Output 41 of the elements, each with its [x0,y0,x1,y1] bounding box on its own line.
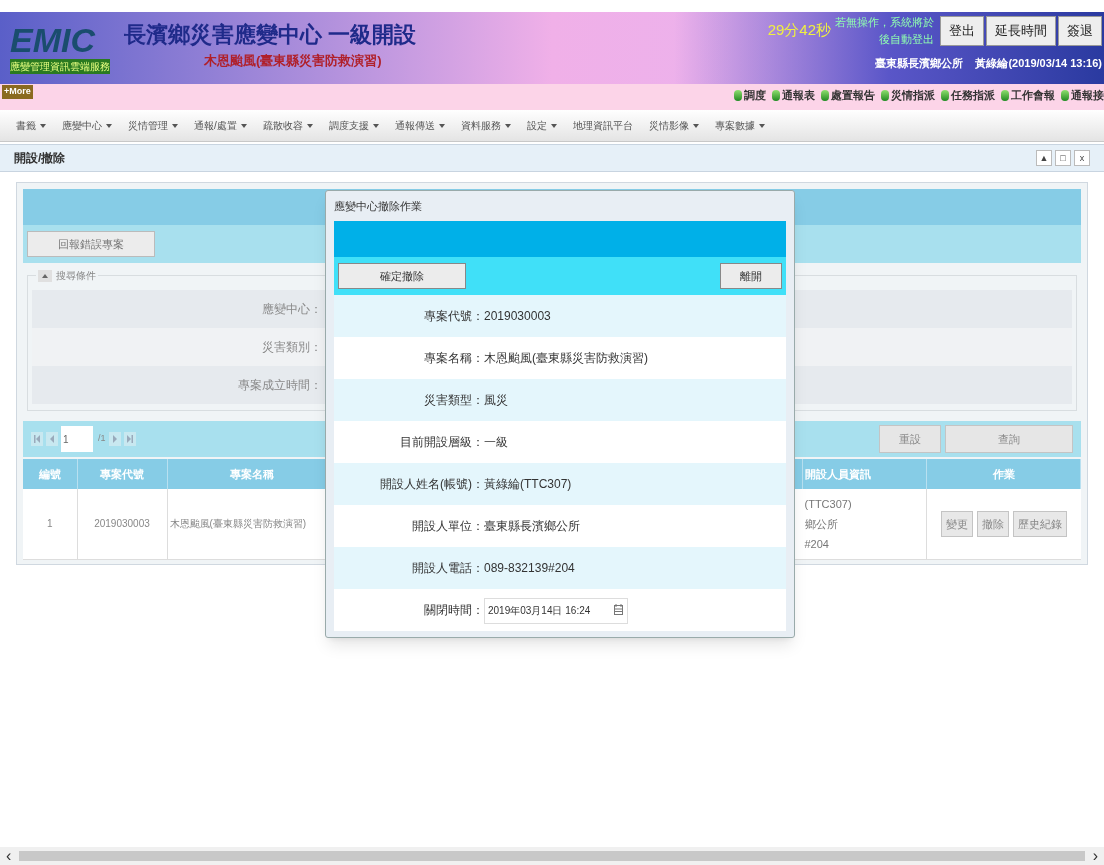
field-value: 黃綠綸(TTC307) [484,476,572,493]
column-header: 開設人員資訊 [802,459,927,489]
table-cell: 木恩颱風(臺東縣災害防救演習) [167,489,337,559]
field-label: 災害類型： [423,392,484,409]
field-value: 一級 [484,434,508,451]
field-label: 應變中心： [261,301,322,318]
organization-text: 臺東縣長濱鄉公所 [875,56,964,71]
field-value: 木恩颱風(臺東縣災害防救演習) [484,350,648,367]
field-label: 專案成立時間： [237,377,322,394]
table-cell: 2019030003 [77,489,167,559]
user-text: 黃綠綸(2019/03/14 13:16) [975,56,1102,71]
field-label: 災害類別： [261,339,322,356]
field-label: 開設人單位： [411,518,484,535]
column-header: 作業 [926,459,1081,489]
column-header: 專案代號 [77,459,167,489]
info-line: (TTC307) [803,496,853,512]
page-total: /1 [98,432,106,446]
field-label: 目前開設層級： [399,434,484,451]
info-line: 鄉公所 [803,516,839,532]
page-title: 開設/撤除 [14,150,66,167]
field-value: 臺東縣長濱鄉公所 [484,518,580,535]
field-label: 開設人電話： [411,560,484,577]
logo-text: EMIC [10,22,96,57]
logo-subtitle: 應變管理資訊雲端服務 [10,58,110,74]
field-value: 089-832139#204 [484,560,575,577]
fieldset-legend: 搜尋條件 [56,268,96,283]
info-line: #204 [803,536,830,552]
dialog-title: 應變中心撤除作業 [334,198,422,214]
logout-notice: 若無操作，系統將於 [835,15,934,30]
column-header: 編號 [23,459,77,489]
field-label: 關閉時間： [423,602,484,619]
field-value: 2019030003 [484,308,551,325]
field-value: 風災 [484,392,508,409]
field-label: 開設人姓名(帳號)： [379,476,484,493]
project-subtitle: 木恩颱風(臺東縣災害防救演習) [203,52,383,70]
center-title: 長濱鄉災害應變中心 一級開設 [124,21,417,49]
field-label: 專案名稱： [423,350,484,367]
countdown-text: 29分42秒 [767,20,831,41]
field-label: 專案代號： [423,308,484,325]
table-cell: 1 [23,489,77,559]
logout-notice: 後自動登出 [879,31,934,47]
